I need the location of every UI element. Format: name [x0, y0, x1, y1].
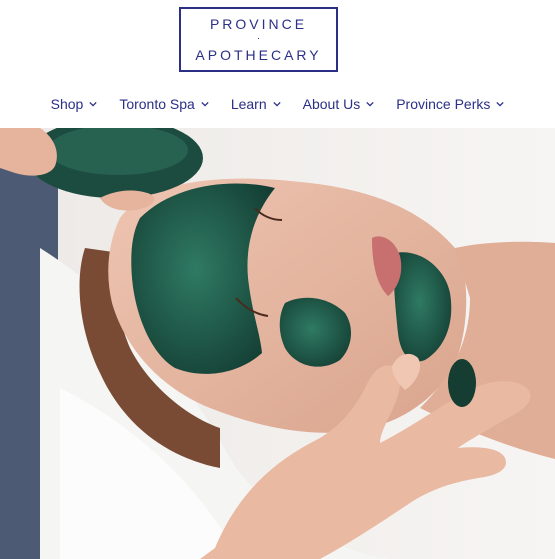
nav-item-label: Learn	[230, 96, 267, 112]
nav-item-toronto-spa[interactable]: Toronto Spa	[119, 96, 209, 112]
main-navigation: Shop Toronto Spa Learn About Us Province…	[0, 92, 555, 116]
brand-logo[interactable]: PROVINCE · APOTHECARY	[179, 7, 338, 72]
chevron-down-icon	[272, 101, 281, 107]
chevron-down-icon	[89, 101, 97, 107]
nav-item-shop[interactable]: Shop	[51, 96, 98, 112]
nav-item-label: Toronto Spa	[119, 96, 195, 112]
nav-item-about-us[interactable]: About Us	[303, 96, 375, 112]
brand-line-1: PROVINCE	[209, 16, 308, 32]
nav-item-province-perks[interactable]: Province Perks	[396, 96, 505, 112]
bowl-hand	[0, 128, 57, 176]
nav-item-label: About Us	[302, 96, 361, 112]
hero-image	[0, 128, 555, 559]
nav-item-label: Province Perks	[396, 96, 491, 112]
site-header: PROVINCE · APOTHECARY Shop Toronto Spa L…	[0, 0, 555, 128]
brand-separator: ·	[256, 33, 261, 44]
chevron-down-icon	[366, 101, 374, 107]
brand-line-2: APOTHECARY	[195, 47, 322, 63]
nav-item-learn[interactable]: Learn	[231, 96, 281, 112]
chevron-down-icon	[201, 101, 209, 107]
green-finger-tip	[448, 359, 476, 407]
chevron-down-icon	[496, 101, 505, 107]
nav-item-label: Shop	[50, 96, 84, 112]
facial-mask-photo	[0, 128, 555, 559]
